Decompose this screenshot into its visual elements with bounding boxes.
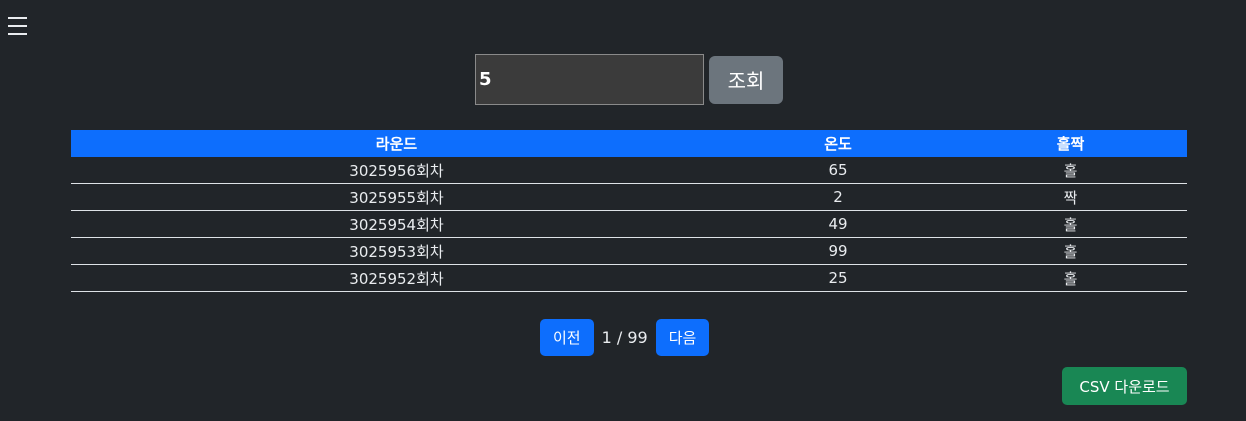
header-odd-even: 홀짝 <box>954 130 1187 157</box>
cell-temperature: 25 <box>722 264 954 292</box>
search-button[interactable]: 조회 <box>709 55 783 104</box>
round-count-input[interactable] <box>475 54 704 105</box>
cell-round: 3025955회차 <box>71 183 722 211</box>
cell-round: 3025954회차 <box>71 210 722 238</box>
header-temperature: 온도 <box>722 130 954 157</box>
table-row: 3025956회차 65 홀 <box>71 157 1187 184</box>
header-round: 라운드 <box>71 130 722 157</box>
cell-temperature: 99 <box>722 237 954 265</box>
table-row: 3025954회차 49 홀 <box>71 210 1187 238</box>
table-header-row: 라운드 온도 홀짝 <box>71 130 1187 157</box>
csv-download-button[interactable]: CSV 다운로드 <box>1062 367 1187 405</box>
cell-odd-even: 홀 <box>954 264 1187 292</box>
page: 조회 라운드 온도 홀짝 3025956회차 65 홀 3025955회차 2 … <box>0 0 1246 421</box>
hamburger-menu-icon[interactable] <box>7 13 29 39</box>
cell-round: 3025956회차 <box>71 157 722 184</box>
cell-temperature: 49 <box>722 210 954 238</box>
cell-temperature: 2 <box>722 183 954 211</box>
cell-round: 3025953회차 <box>71 237 722 265</box>
cell-odd-even: 홀 <box>954 210 1187 238</box>
page-indicator: 1 / 99 <box>601 328 648 347</box>
cell-odd-even: 짝 <box>954 183 1187 211</box>
results-table: 라운드 온도 홀짝 3025956회차 65 홀 3025955회차 2 짝 3… <box>71 130 1187 292</box>
prev-page-button[interactable]: 이전 <box>540 319 594 356</box>
cell-odd-even: 홀 <box>954 157 1187 184</box>
search-row: 조회 <box>475 54 783 105</box>
cell-odd-even: 홀 <box>954 237 1187 265</box>
pagination: 이전 1 / 99 다음 <box>540 319 710 356</box>
cell-temperature: 65 <box>722 157 954 184</box>
table-row: 3025953회차 99 홀 <box>71 237 1187 265</box>
table-row: 3025952회차 25 홀 <box>71 264 1187 292</box>
cell-round: 3025952회차 <box>71 264 722 292</box>
table-row: 3025955회차 2 짝 <box>71 183 1187 211</box>
next-page-button[interactable]: 다음 <box>655 319 710 356</box>
